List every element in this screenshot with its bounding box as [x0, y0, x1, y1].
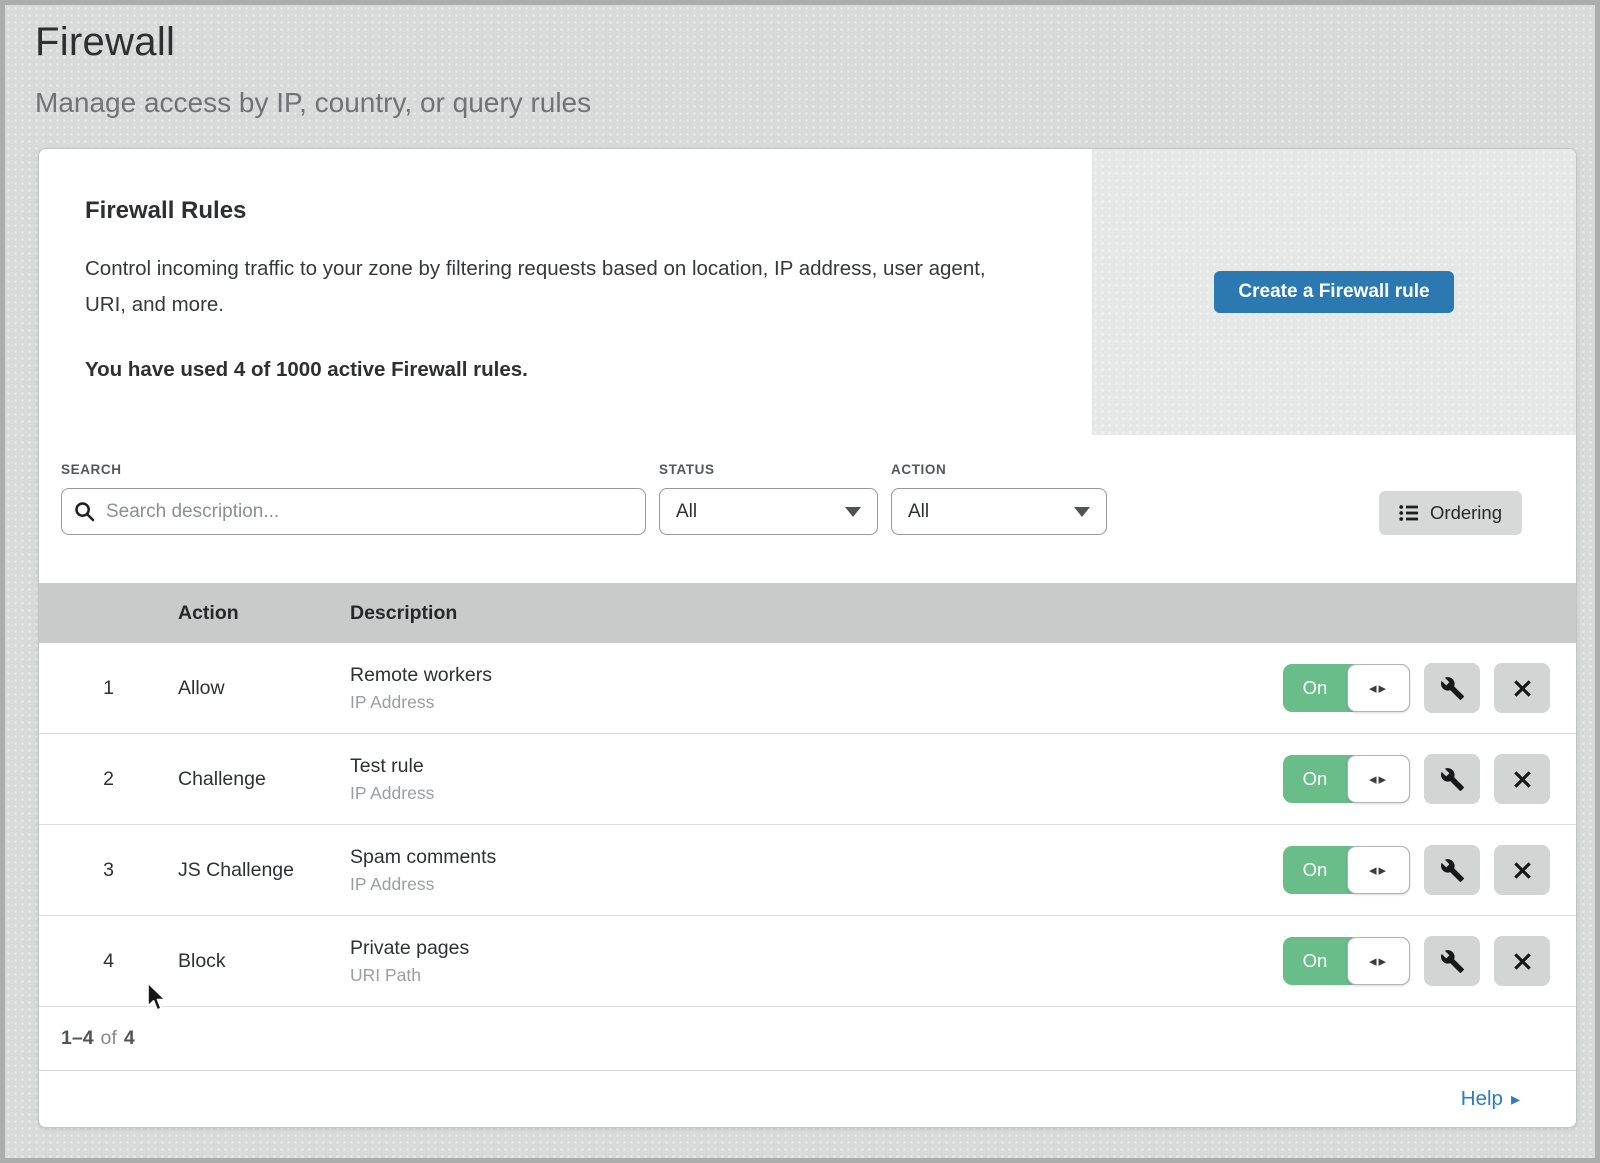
rule-controls: On ◂▸: [1282, 936, 1576, 986]
rule-controls: On ◂▸: [1282, 663, 1576, 713]
status-select[interactable]: All: [659, 488, 878, 535]
status-filter-group: STATUS All: [659, 461, 878, 535]
chevron-down-icon: [845, 507, 861, 517]
firewall-page: Firewall Manage access by IP, country, o…: [0, 0, 1600, 1163]
edit-rule-button[interactable]: [1424, 845, 1480, 895]
card-footer: Help ▸: [39, 1070, 1576, 1127]
toggle-knob[interactable]: ◂▸: [1347, 846, 1410, 894]
rule-match-field: IP Address: [350, 692, 1282, 713]
close-icon: [1513, 770, 1532, 789]
rule-description: Test rule: [350, 755, 1282, 778]
status-label: STATUS: [659, 461, 878, 478]
rules-table-body: 1 Allow Remote workers IP Address On ◂▸: [39, 643, 1576, 1007]
overview-title: Firewall Rules: [85, 197, 1022, 225]
chevron-down-icon: [1074, 507, 1090, 517]
help-arrow-icon: ▸: [1511, 1090, 1520, 1108]
create-firewall-rule-button[interactable]: Create a Firewall rule: [1214, 271, 1453, 313]
toggle-on-label: On: [1283, 664, 1347, 712]
edit-rule-button[interactable]: [1424, 936, 1480, 986]
page-subtitle: Manage access by IP, country, or query r…: [35, 87, 1595, 119]
delete-rule-button[interactable]: [1494, 754, 1550, 804]
delete-rule-button[interactable]: [1494, 663, 1550, 713]
rule-enabled-toggle[interactable]: On ◂▸: [1283, 664, 1410, 712]
wrench-icon: [1440, 767, 1465, 792]
action-label: ACTION: [891, 461, 1107, 478]
page-title: Firewall: [35, 17, 1595, 67]
rule-action: JS Challenge: [178, 859, 350, 882]
rule-priority-number: 3: [39, 859, 178, 882]
rule-description-cell: Remote workers IP Address: [350, 664, 1282, 713]
rule-match-field: IP Address: [350, 783, 1282, 804]
wrench-icon: [1440, 949, 1465, 974]
close-icon: [1513, 679, 1532, 698]
rules-table-header: Action Description: [39, 583, 1576, 643]
pagination-bar: 1–4 of 4: [39, 1007, 1576, 1070]
header-action-column: Action: [178, 602, 350, 625]
rule-priority-number: 2: [39, 768, 178, 791]
search-icon: [74, 501, 95, 522]
search-box: [61, 488, 646, 535]
rule-controls: On ◂▸: [1282, 754, 1576, 804]
overview-action-panel: Create a Firewall rule: [1092, 149, 1576, 435]
rule-priority-number: 4: [39, 950, 178, 973]
firewall-rules-card: Firewall Rules Control incoming traffic …: [38, 148, 1577, 1128]
edit-rule-button[interactable]: [1424, 754, 1480, 804]
rule-match-field: IP Address: [350, 874, 1282, 895]
rule-description-cell: Spam comments IP Address: [350, 846, 1282, 895]
delete-rule-button[interactable]: [1494, 845, 1550, 895]
rule-description: Private pages: [350, 937, 1282, 960]
toggle-knob[interactable]: ◂▸: [1347, 937, 1410, 985]
search-filter-group: SEARCH: [61, 461, 646, 535]
search-label: SEARCH: [61, 461, 646, 478]
page-header: Firewall Manage access by IP, country, o…: [5, 5, 1595, 119]
help-link-label: Help: [1461, 1087, 1503, 1111]
rule-description-cell: Test rule IP Address: [350, 755, 1282, 804]
close-icon: [1513, 952, 1532, 971]
ordering-button-label: Ordering: [1430, 502, 1502, 524]
action-select[interactable]: All: [891, 488, 1107, 535]
rule-description: Spam comments: [350, 846, 1282, 869]
wrench-icon: [1440, 676, 1465, 701]
pagination-total: 4: [124, 1027, 135, 1050]
overview-usage: You have used 4 of 1000 active Firewall …: [85, 358, 1022, 382]
rule-enabled-toggle[interactable]: On ◂▸: [1283, 937, 1410, 985]
filters-bar: SEARCH STATUS All ACTION: [39, 435, 1576, 583]
rule-row: 3 JS Challenge Spam comments IP Address …: [39, 825, 1576, 916]
rule-controls: On ◂▸: [1282, 845, 1576, 895]
rule-enabled-toggle[interactable]: On ◂▸: [1283, 755, 1410, 803]
rule-description: Remote workers: [350, 664, 1282, 687]
rule-row: 1 Allow Remote workers IP Address On ◂▸: [39, 643, 1576, 734]
ordered-list-icon: [1399, 504, 1419, 522]
header-description-column: Description: [350, 602, 1282, 625]
toggle-on-label: On: [1283, 755, 1347, 803]
overview-section: Firewall Rules Control incoming traffic …: [39, 149, 1576, 435]
toggle-knob[interactable]: ◂▸: [1347, 755, 1410, 803]
edit-rule-button[interactable]: [1424, 663, 1480, 713]
rule-action: Block: [178, 950, 350, 973]
toggle-on-label: On: [1283, 846, 1347, 894]
rule-enabled-toggle[interactable]: On ◂▸: [1283, 846, 1410, 894]
rule-match-field: URI Path: [350, 965, 1282, 986]
close-icon: [1513, 861, 1532, 880]
action-filter-group: ACTION All: [891, 461, 1107, 535]
rule-description-cell: Private pages URI Path: [350, 937, 1282, 986]
rule-row: 2 Challenge Test rule IP Address On ◂▸: [39, 734, 1576, 825]
rule-priority-number: 1: [39, 677, 178, 700]
wrench-icon: [1440, 858, 1465, 883]
pagination-range: 1–4: [61, 1027, 94, 1050]
status-selected-value: All: [676, 501, 697, 523]
ordering-button[interactable]: Ordering: [1379, 491, 1522, 535]
toggle-knob[interactable]: ◂▸: [1347, 664, 1410, 712]
help-link[interactable]: Help ▸: [1461, 1087, 1520, 1111]
rule-row: 4 Block Private pages URI Path On ◂▸: [39, 916, 1576, 1007]
rule-action: Allow: [178, 677, 350, 700]
delete-rule-button[interactable]: [1494, 936, 1550, 986]
overview-text-block: Firewall Rules Control incoming traffic …: [39, 149, 1092, 435]
rule-action: Challenge: [178, 768, 350, 791]
action-selected-value: All: [908, 501, 929, 523]
search-input[interactable]: [61, 488, 646, 535]
toggle-on-label: On: [1283, 937, 1347, 985]
pagination-of: of: [101, 1027, 117, 1050]
overview-description: Control incoming traffic to your zone by…: [85, 251, 1022, 323]
